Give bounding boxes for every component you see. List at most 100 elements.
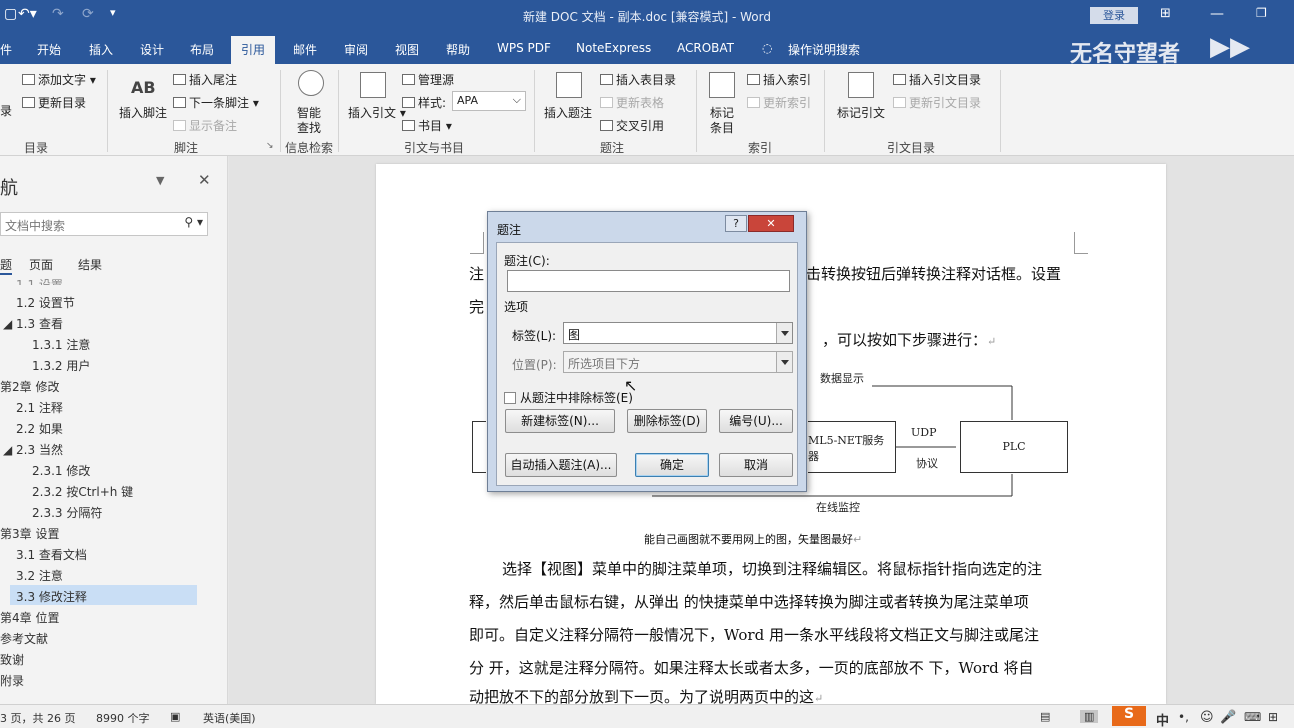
language-status[interactable]: 英语(美国) [203,710,256,726]
help-button[interactable]: ? [725,215,747,232]
sogou-ime-icon[interactable]: S [1112,706,1146,726]
delete-label-button[interactable]: 删除标签(D) [627,409,707,433]
exclude-label-checkbox[interactable]: 从题注中排除标签(E) [504,389,633,406]
manage-sources-button[interactable]: 管理源 [402,71,454,88]
tab-help[interactable]: 帮助 [446,41,470,58]
chevron-down-icon[interactable] [776,352,792,372]
toc-frag-label[interactable]: 录 [0,102,12,119]
bibliography-button[interactable]: 书目 ▾ [402,117,452,134]
mark-citation-button[interactable]: 标记引文 [837,104,885,121]
microphone-icon[interactable]: 🎤 [1220,710,1236,725]
page-count[interactable]: 3 页，共 26 页 [0,710,76,726]
punctuation-icon[interactable]: •, [1178,710,1189,724]
insert-caption-icon[interactable] [556,72,582,98]
nav-heading-item[interactable]: 第4章 位置 [0,609,59,626]
tab-insert[interactable]: 插入 [89,41,113,58]
smart-lookup-label-2[interactable]: 查找 [297,119,321,136]
nav-heading-item[interactable]: 2.3.2 按Ctrl+h 键 [32,483,133,500]
insert-footnote-button[interactable]: 插入脚注 [119,104,167,121]
nav-tab-pages[interactable]: 页面 [29,256,53,273]
cross-reference-button[interactable]: 交叉引用 [600,117,664,134]
tell-me-search[interactable]: 操作说明搜索 [788,41,860,58]
insert-index-button[interactable]: 插入索引 [747,71,811,88]
close-button[interactable]: ✕ [748,215,794,232]
update-index-button[interactable]: 更新索引 [747,94,811,111]
nav-heading-item[interactable]: 3.3 修改注释 [16,588,87,605]
nav-tab-headings[interactable]: 题 [0,256,13,275]
update-toc-button[interactable]: 更新目录 [22,94,86,111]
nav-heading-item[interactable]: 2.3.3 分隔符 [32,504,102,521]
nav-heading-item[interactable]: 1.1 设置 [16,276,63,285]
nav-heading-item[interactable]: 2.3.1 修改 [32,462,90,479]
insert-citation-button[interactable]: 插入引文 ▾ [348,104,406,121]
print-layout-icon[interactable]: ▥ [1080,710,1099,723]
nav-heading-item[interactable]: 附录 [0,672,24,689]
autocaption-button[interactable]: 自动插入题注(A)... [505,453,617,477]
numbering-button[interactable]: 编号(U)... [719,409,793,433]
mark-entry-icon[interactable] [709,72,735,98]
nav-heading-item[interactable]: 1.3.2 用户 [32,357,90,374]
nav-heading-item[interactable]: 3.1 查看文档 [16,546,87,563]
minimize-icon[interactable]: — [1210,6,1224,22]
tab-mailings[interactable]: 邮件 [293,41,317,58]
checkbox-icon[interactable] [504,392,516,404]
mark-citation-icon[interactable] [848,72,874,98]
nav-heading-item[interactable]: 2.1 注释 [16,399,63,416]
nav-heading-item[interactable]: ◢ 2.3 当然 [3,441,63,458]
smart-lookup-icon[interactable] [298,70,324,96]
tab-review[interactable]: 审阅 [344,41,368,58]
position-select[interactable]: 所选项目下方 [563,351,793,373]
search-icon[interactable]: ⚲ ▾ [184,215,203,229]
tab-acrobat[interactable]: ACROBAT [677,41,734,55]
label-select[interactable]: 图 [563,322,793,344]
close-icon[interactable]: ✕ [198,171,211,189]
emoji-icon[interactable]: ☺ [1200,710,1214,725]
login-button[interactable]: 登录 [1090,7,1138,24]
nav-tab-results[interactable]: 结果 [78,256,102,273]
tab-file[interactable]: 件 [0,41,12,58]
nav-heading-item[interactable]: 1.3.1 注意 [32,336,90,353]
insert-endnote-button[interactable]: 插入尾注 [173,71,237,88]
nav-options-icon[interactable]: ▼ [156,174,164,187]
tab-view[interactable]: 视图 [395,41,419,58]
update-table-button[interactable]: 更新表格 [600,94,664,111]
ok-button[interactable]: 确定 [635,453,709,477]
tab-layout[interactable]: 布局 [190,41,214,58]
insert-toa-button[interactable]: 插入引文目录 [893,71,981,88]
nav-heading-item[interactable]: 2.2 如果 [16,420,63,437]
tab-noteexpress[interactable]: NoteExpress [576,41,651,55]
tab-design[interactable]: 设计 [140,41,164,58]
tab-home[interactable]: 开始 [37,41,61,58]
show-notes-button[interactable]: 显示备注 [173,117,237,134]
keyboard-icon[interactable]: ⌨ [1244,710,1261,724]
chevron-down-icon[interactable] [776,323,792,343]
word-count[interactable]: 8990 个字 [96,710,150,726]
update-toa-button[interactable]: 更新引文目录 [893,94,981,111]
nav-heading-item[interactable]: 3.2 注意 [16,567,63,584]
tab-references[interactable]: 引用 [231,36,276,64]
add-text-button[interactable]: 添加文字 ▾ [22,71,96,88]
citation-style-select[interactable]: APA ⌵ [452,91,526,111]
insert-caption-button[interactable]: 插入题注 [544,104,592,121]
nav-search-input[interactable]: 文档中搜索 ⚲ ▾ [0,212,208,236]
nav-heading-item[interactable]: 第2章 修改 [0,378,59,395]
ribbon-display-icon[interactable]: ⊞ [1160,6,1171,21]
restore-icon[interactable]: ❐ [1256,6,1267,20]
nav-heading-item[interactable]: ◢ 1.3 查看 [3,315,63,332]
ime-mode[interactable]: 中 [1156,710,1169,728]
tab-wps-pdf[interactable]: WPS PDF [497,41,551,55]
insert-tof-button[interactable]: 插入表目录 [600,71,676,88]
insert-footnote-icon[interactable]: AB [131,78,156,97]
insert-citation-icon[interactable] [360,72,386,98]
read-mode-icon[interactable]: ▤ [1040,710,1050,723]
proofing-icon[interactable]: ▣ [170,710,180,723]
footnote-dialog-launcher-icon[interactable]: ↘ [266,141,274,151]
mark-entry-label-2[interactable]: 条目 [710,119,734,136]
nav-heading-item[interactable]: 第3章 设置 [0,525,59,542]
nav-heading-item[interactable]: 1.2 设置节 [16,294,75,311]
next-footnote-button[interactable]: 下一条脚注 ▾ [173,94,259,111]
nav-heading-item[interactable]: 致谢 [0,651,24,668]
caption-input[interactable] [507,270,790,292]
toolbox-icon[interactable]: ⊞ [1268,710,1278,724]
new-label-button[interactable]: 新建标签(N)... [505,409,615,433]
